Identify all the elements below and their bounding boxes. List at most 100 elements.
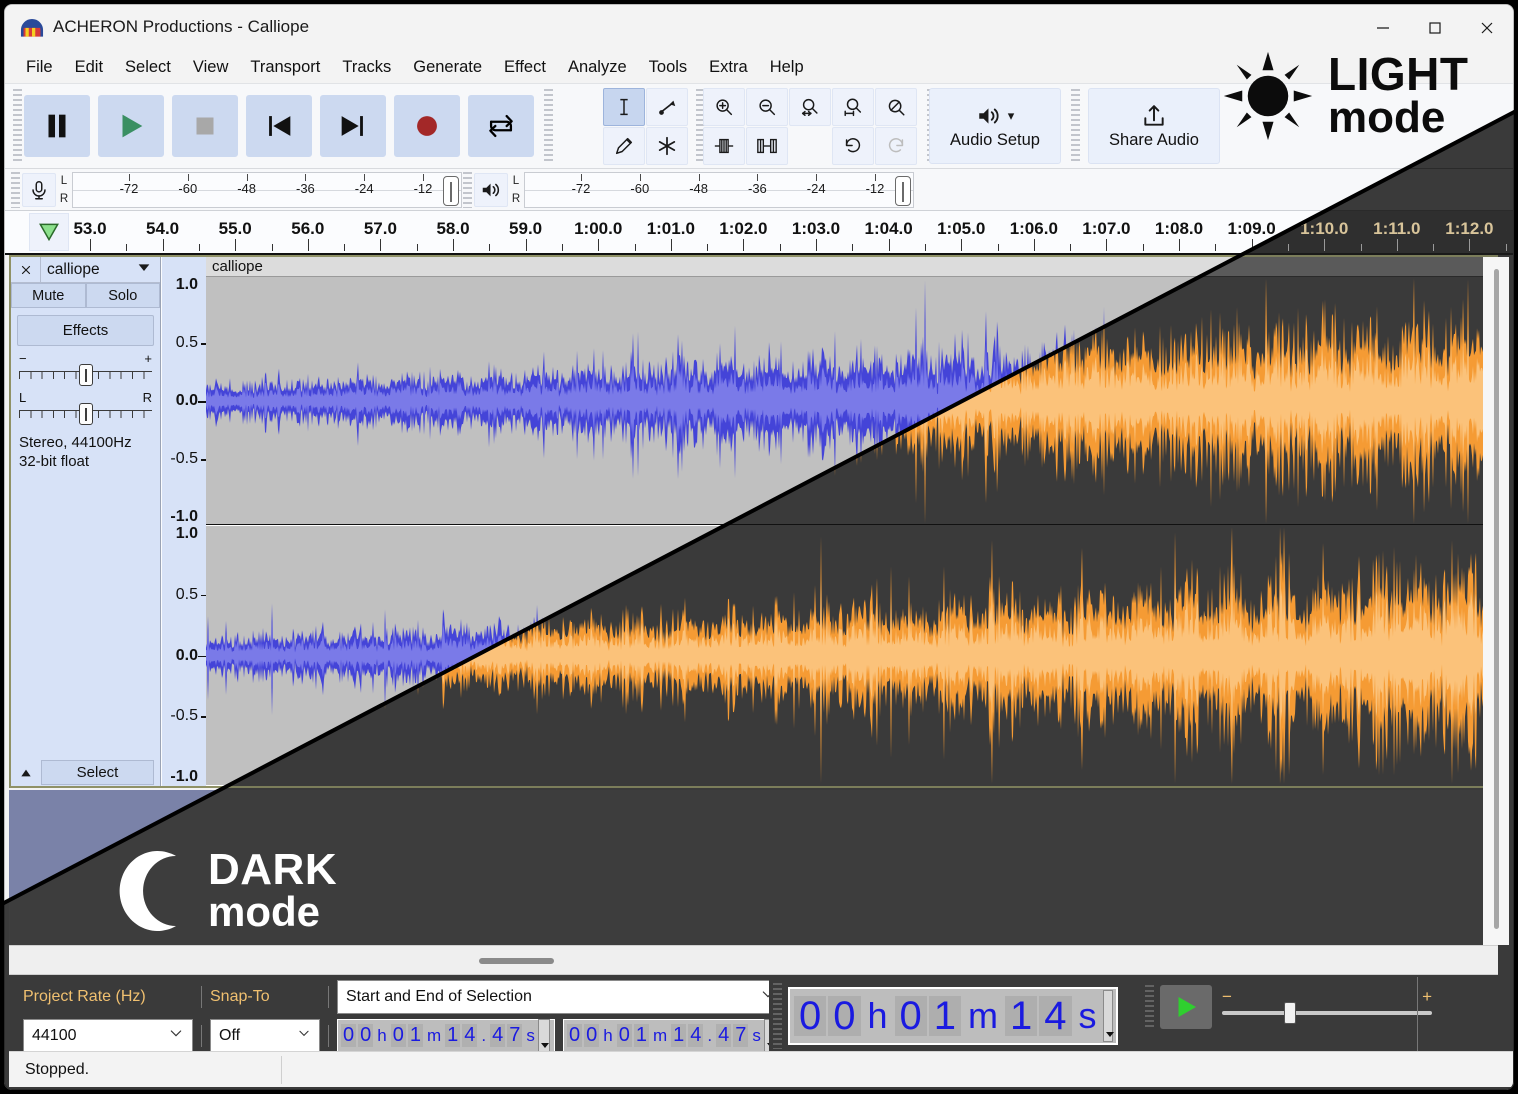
menu-item-extra[interactable]: Extra (698, 55, 759, 80)
play-at-speed-toolbar: − + (1141, 977, 1511, 1055)
title-bar: ACHERON Productions - Calliope (5, 5, 1513, 51)
time-toolbar-grip[interactable] (773, 983, 782, 1049)
chevron-down-icon (168, 1025, 184, 1046)
trim-audio-button[interactable] (703, 126, 745, 165)
vertical-ruler-label: 1.0 (175, 276, 198, 293)
vertical-ruler[interactable]: 1.00.50.0-0.5-1.01.00.50.0-0.5-1.0 (162, 257, 206, 786)
silence-audio-button[interactable] (746, 126, 788, 165)
pan-slider-thumb[interactable] (78, 403, 93, 425)
close-track-button[interactable] (11, 256, 41, 283)
loop-button[interactable] (468, 95, 534, 157)
zoom-out-button[interactable] (746, 87, 788, 126)
undo-button[interactable] (832, 126, 874, 165)
audio-setup-button[interactable]: ▾ Audio Setup (929, 88, 1061, 164)
play-speed-thumb[interactable] (1284, 1002, 1296, 1024)
timeline-major-tick (307, 239, 309, 251)
close-window-button[interactable] (1461, 5, 1513, 51)
playback-meter-slider[interactable] (895, 176, 911, 206)
record-meter-slider[interactable] (443, 176, 459, 206)
zoom-toggle-button[interactable] (875, 87, 917, 126)
meter-tick-label: -24 (806, 181, 826, 196)
gain-slider-track[interactable] (19, 364, 152, 386)
horizontal-scrollbar[interactable] (9, 945, 1498, 975)
channel-label-r: R (59, 193, 69, 205)
timeline-label: 55.0 (218, 219, 252, 238)
collapse-track-button[interactable] (11, 760, 41, 785)
play-speed-slider[interactable]: − + (1222, 985, 1432, 1029)
fit-project-button[interactable] (832, 87, 874, 126)
share-audio-button[interactable]: Share Audio (1088, 88, 1220, 164)
audio-position-display[interactable]: 00h01m14s (788, 987, 1118, 1045)
snap-to-dropdown[interactable]: Off (210, 1018, 320, 1053)
play-button[interactable] (98, 95, 164, 157)
selection-mode-dropdown[interactable]: Start and End of Selection (337, 979, 785, 1014)
pan-slider-track[interactable] (19, 403, 152, 425)
gain-slider-thumb[interactable] (78, 364, 93, 386)
record-meter-grip[interactable] (11, 172, 20, 208)
select-track-button[interactable]: Select (41, 760, 154, 785)
vertical-scrollbar-thumb[interactable] (1494, 269, 1499, 929)
timeline-label: 1:02.0 (719, 219, 768, 238)
pinned-play-head-button[interactable] (29, 213, 69, 251)
selection-start-time-field[interactable]: 00h01m14.47s (337, 1018, 555, 1053)
menu-item-view[interactable]: View (182, 55, 239, 80)
timeline-minor-tick (1433, 244, 1435, 251)
play-at-speed-button[interactable] (1160, 985, 1212, 1029)
speaker-icon[interactable] (474, 173, 508, 207)
effects-button[interactable]: Effects (17, 315, 154, 346)
draw-tool[interactable] (603, 126, 645, 165)
envelope-tool[interactable] (646, 87, 688, 126)
menu-item-tracks[interactable]: Tracks (331, 55, 402, 80)
menu-item-edit[interactable]: Edit (64, 55, 114, 80)
timeline-label: 56.0 (291, 219, 325, 238)
vertical-ruler-tick (198, 401, 206, 403)
pause-button[interactable] (24, 95, 90, 157)
track-name-label[interactable]: calliope (41, 261, 136, 279)
stop-button[interactable] (172, 95, 238, 157)
playback-meter-scale[interactable]: -72 -60 -48 -36 -24 -12 (524, 172, 914, 208)
timeline-minor-tick (198, 244, 200, 251)
redo-button[interactable] (875, 126, 917, 165)
timeline-minor-tick (634, 244, 636, 251)
pan-slider[interactable]: L R (19, 390, 152, 425)
project-rate-dropdown[interactable]: 44100 (23, 1018, 193, 1053)
transport-toolbar-grip[interactable] (13, 89, 22, 163)
meter-tick-label: -48 (689, 181, 708, 196)
share-audio-toolbar-grip[interactable] (1071, 89, 1080, 163)
playback-meter-grip[interactable] (463, 172, 472, 208)
menu-item-help[interactable]: Help (759, 55, 815, 80)
play-speed-grip[interactable] (1145, 985, 1154, 1029)
menu-item-file[interactable]: File (15, 55, 64, 80)
time-digit: 7 (507, 1024, 523, 1047)
menu-item-generate[interactable]: Generate (402, 55, 493, 80)
meter-tick-label: -72 (571, 181, 591, 196)
vertical-scrollbar[interactable] (1483, 257, 1509, 945)
menu-item-effect[interactable]: Effect (493, 55, 557, 80)
horizontal-scrollbar-thumb[interactable] (479, 958, 554, 964)
zoom-in-button[interactable] (703, 87, 745, 126)
menu-item-tools[interactable]: Tools (638, 55, 699, 80)
maximize-button[interactable] (1409, 5, 1461, 51)
record-button[interactable] (394, 95, 460, 157)
gain-slider[interactable]: − + (19, 351, 152, 386)
multi-tool[interactable] (646, 126, 688, 165)
skip-to-start-button[interactable] (246, 95, 312, 157)
skip-to-end-button[interactable] (320, 95, 386, 157)
microphone-icon[interactable] (22, 173, 56, 207)
selection-end-time-field[interactable]: 00h01m14.47s (563, 1018, 781, 1053)
minimize-button[interactable] (1357, 5, 1409, 51)
menu-item-select[interactable]: Select (114, 55, 182, 80)
track-menu-chevron-down-icon[interactable] (136, 259, 152, 280)
selection-start-spinner[interactable] (537, 1018, 550, 1053)
tools-toolbar-grip[interactable] (544, 89, 553, 163)
solo-button[interactable]: Solo (85, 283, 160, 308)
menu-item-analyze[interactable]: Analyze (557, 55, 638, 80)
selection-tool[interactable] (603, 87, 645, 126)
mute-button[interactable]: Mute (11, 283, 86, 308)
meter-tick-label: -60 (178, 181, 198, 196)
time-digit: 4 (716, 1024, 732, 1047)
menu-item-transport[interactable]: Transport (239, 55, 331, 80)
fit-selection-button[interactable] (789, 87, 831, 126)
record-meter-scale[interactable]: -72 -60 -48 -36 -24 -12 (72, 172, 462, 208)
audio-position-spinner[interactable] (1102, 990, 1115, 1042)
